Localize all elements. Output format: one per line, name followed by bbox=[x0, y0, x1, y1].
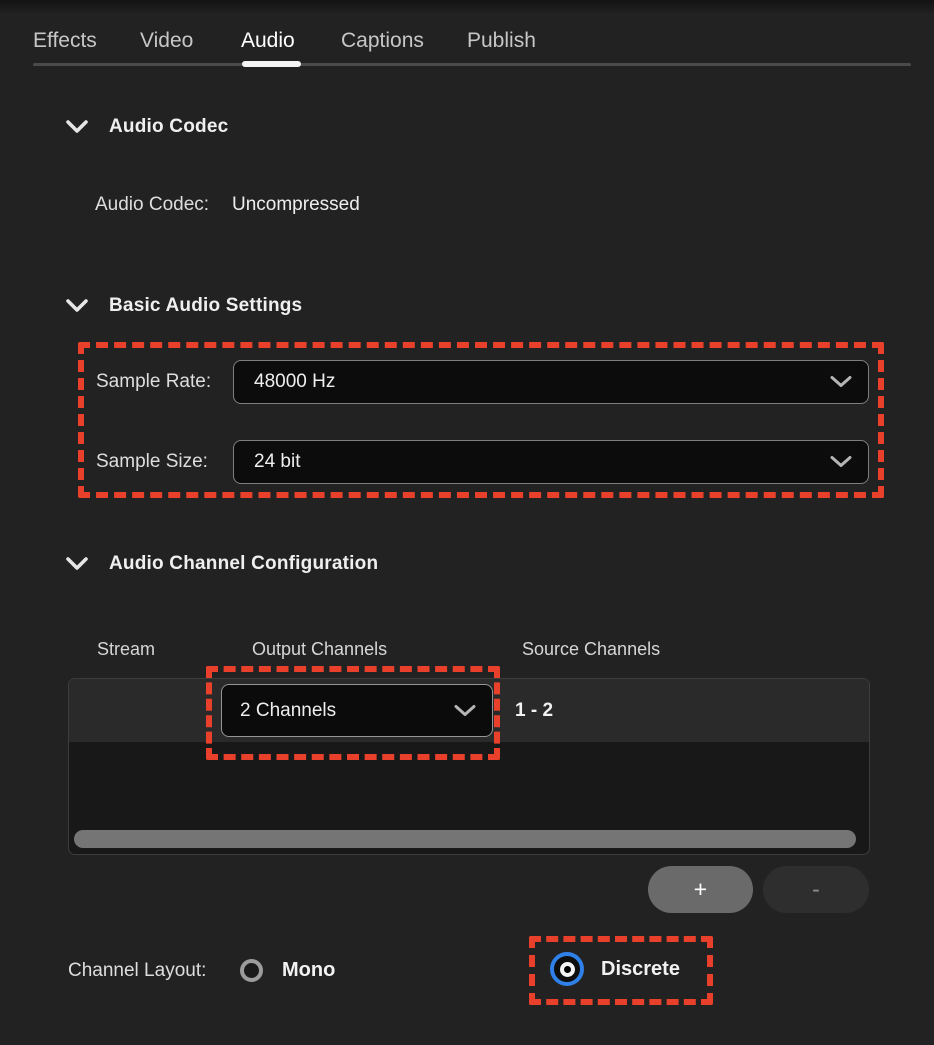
column-header-source-channels: Source Channels bbox=[522, 639, 660, 660]
tab-publish[interactable]: Publish bbox=[467, 29, 536, 53]
add-stream-button[interactable]: + bbox=[648, 866, 753, 913]
audio-codec-value: Uncompressed bbox=[232, 194, 360, 216]
remove-stream-button[interactable]: - bbox=[763, 866, 869, 913]
radio-option-mono[interactable]: Mono bbox=[240, 959, 335, 982]
chevron-down-icon[interactable] bbox=[66, 299, 88, 313]
tab-rail bbox=[33, 63, 911, 66]
sample-rate-value: 48000 Hz bbox=[234, 371, 868, 393]
section-header-channel-config[interactable]: Audio Channel Configuration bbox=[66, 553, 378, 575]
tab-effects[interactable]: Effects bbox=[33, 29, 97, 53]
output-channels-select[interactable]: 2 Channels bbox=[221, 684, 493, 737]
radio-option-discrete[interactable]: Discrete bbox=[550, 952, 680, 986]
chevron-down-icon[interactable] bbox=[66, 120, 88, 134]
section-title-basic-audio: Basic Audio Settings bbox=[109, 295, 302, 317]
section-title-audio-codec: Audio Codec bbox=[109, 116, 228, 138]
channel-layout-label: Channel Layout: bbox=[68, 960, 206, 982]
section-title-channel-config: Audio Channel Configuration bbox=[109, 553, 378, 575]
tab-video[interactable]: Video bbox=[140, 29, 193, 53]
radio-selected-icon[interactable] bbox=[550, 952, 584, 986]
section-header-audio-codec[interactable]: Audio Codec bbox=[66, 116, 228, 138]
window-top-edge bbox=[0, 0, 934, 14]
chevron-down-icon bbox=[830, 376, 852, 389]
chevron-down-icon[interactable] bbox=[66, 557, 88, 571]
source-channels-cell: 1 - 2 bbox=[515, 679, 553, 742]
sample-size-select[interactable]: 24 bit bbox=[233, 440, 869, 484]
tab-captions[interactable]: Captions bbox=[341, 29, 424, 53]
minus-icon: - bbox=[812, 876, 820, 902]
sample-rate-label: Sample Rate: bbox=[96, 371, 211, 393]
plus-icon: + bbox=[694, 876, 707, 902]
radio-unselected-icon[interactable] bbox=[240, 959, 263, 982]
section-header-basic-audio[interactable]: Basic Audio Settings bbox=[66, 295, 302, 317]
table-row[interactable]: 1 2 Channels 1 - 2 bbox=[69, 679, 869, 742]
sample-size-value: 24 bit bbox=[234, 451, 868, 473]
audio-export-settings-panel: Effects Video Audio Captions Publish Aud… bbox=[0, 0, 934, 1045]
column-header-output-channels: Output Channels bbox=[252, 639, 387, 660]
channel-table: 1 2 Channels 1 - 2 bbox=[68, 678, 870, 855]
column-header-stream: Stream bbox=[97, 639, 155, 660]
tab-audio[interactable]: Audio bbox=[241, 29, 295, 53]
chevron-down-icon bbox=[454, 704, 476, 717]
horizontal-scrollbar[interactable] bbox=[74, 830, 856, 848]
sample-rate-select[interactable]: 48000 Hz bbox=[233, 360, 869, 404]
chevron-down-icon bbox=[830, 456, 852, 469]
sample-size-label: Sample Size: bbox=[96, 451, 208, 473]
radio-label-discrete: Discrete bbox=[601, 958, 680, 981]
radio-label-mono: Mono bbox=[282, 959, 335, 982]
active-tab-indicator bbox=[242, 61, 301, 67]
output-channels-value: 2 Channels bbox=[222, 700, 492, 722]
audio-codec-label: Audio Codec: bbox=[95, 194, 209, 216]
